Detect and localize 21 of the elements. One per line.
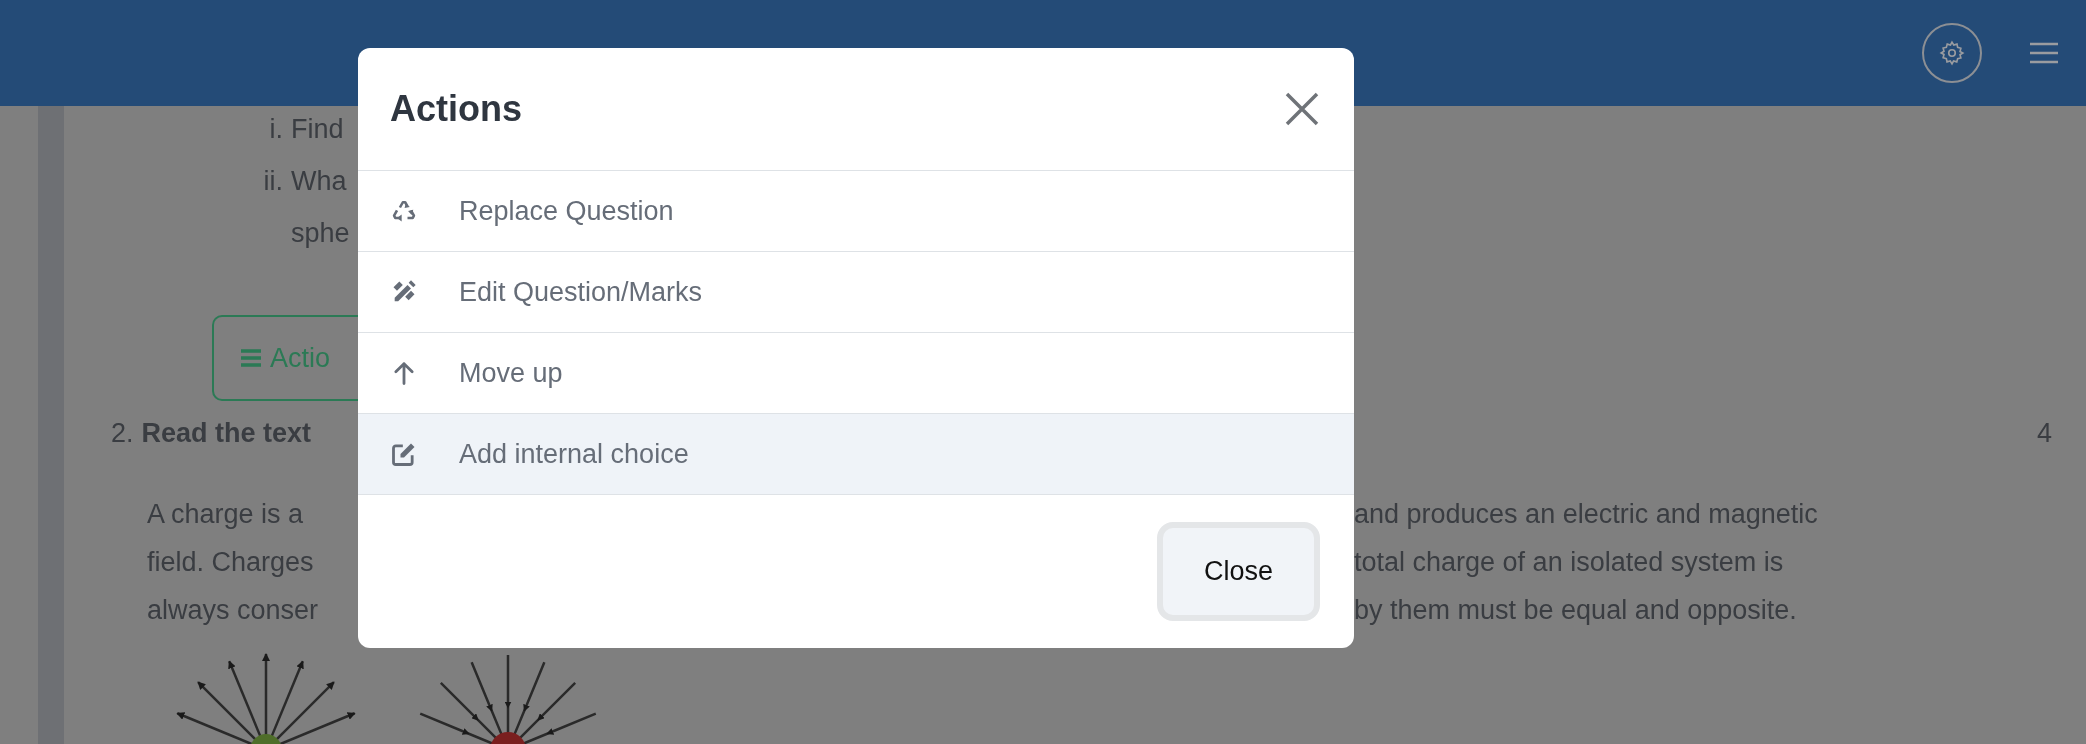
- close-button[interactable]: Close: [1157, 522, 1320, 621]
- paragraph-text: total charge of an isolated system is: [1354, 546, 1784, 579]
- question-number: 2.: [111, 417, 134, 450]
- question-title: Read the text: [141, 417, 312, 450]
- menu-icon: [240, 348, 262, 368]
- paragraph-text: and produces an electric and magnetic: [1354, 498, 1818, 531]
- paragraph-text: field. Charges: [147, 547, 314, 577]
- paragraph-text: A charge is a: [147, 499, 304, 529]
- paragraph-text: by them must be equal and opposite.: [1354, 594, 1797, 627]
- menu-icon[interactable]: [2029, 42, 2059, 64]
- sub-question-text: Wha: [291, 165, 347, 198]
- sub-question-text: Find: [291, 113, 344, 146]
- list-marker: i.: [268, 113, 283, 146]
- list-marker: ii.: [262, 165, 283, 198]
- question-marks: 4: [2036, 417, 2052, 450]
- sub-question-text: sphe: [291, 217, 350, 250]
- settings-icon: [1939, 40, 1965, 66]
- menu-item[interactable]: Add internal choice: [358, 414, 1354, 495]
- modal-title: Actions: [390, 87, 522, 131]
- paragraph-text: always conser: [147, 595, 319, 625]
- settings-button[interactable]: [1922, 23, 1982, 83]
